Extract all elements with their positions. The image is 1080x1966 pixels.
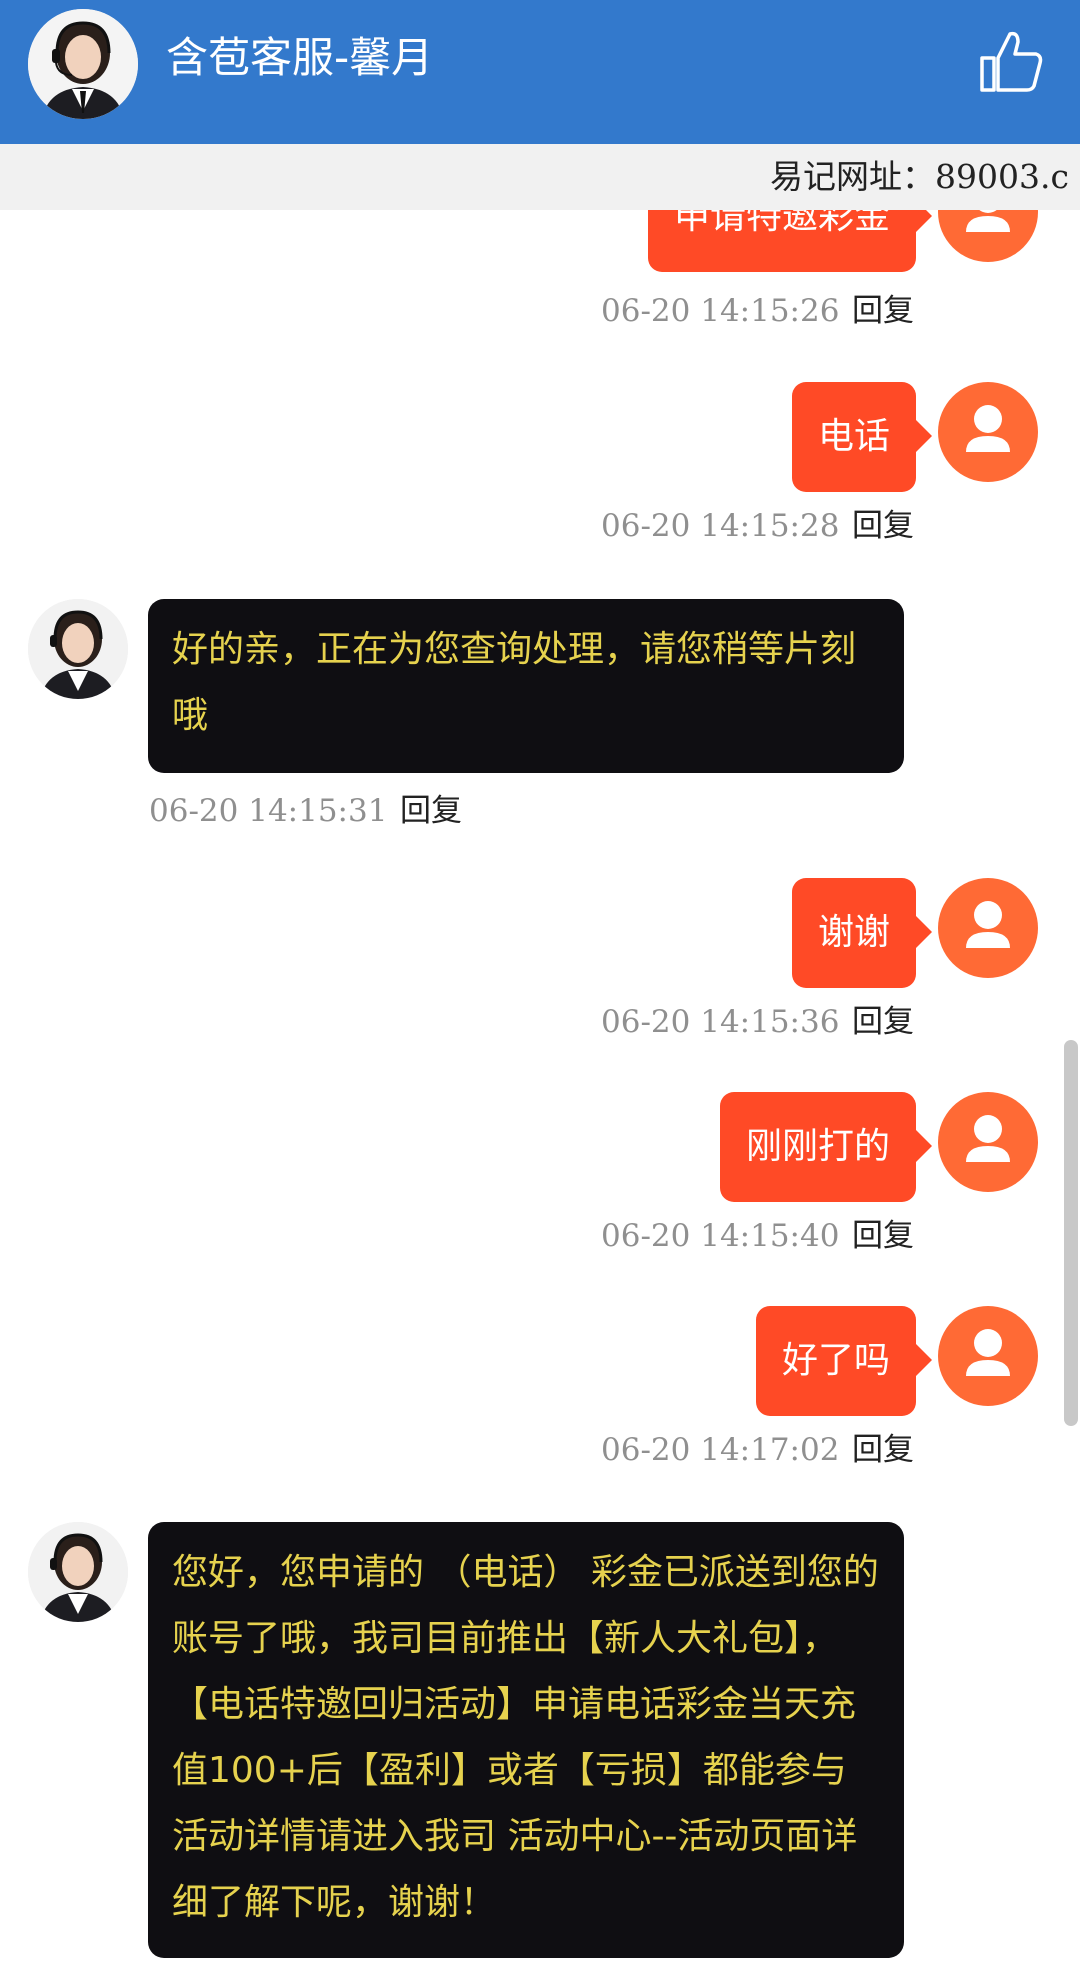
site-url-notice: 易记网址：89003.c	[770, 157, 1069, 196]
user-avatar-icon	[938, 1092, 1038, 1192]
message-bubble: 您好，您申请的 （电话） 彩金已派送到您的账号了哦，我司目前推出【新人大礼包】，…	[148, 1522, 904, 1958]
message-bubble: 申请特邀彩金	[647, 210, 933, 272]
message-bubble: 好了吗	[755, 1306, 933, 1416]
reply-link[interactable]: 回复	[852, 1430, 914, 1470]
user-avatar-icon	[938, 210, 1038, 262]
message-bubble: 电话	[791, 382, 933, 492]
message-bubble: 好的亲，正在为您查询处理，请您稍等片刻哦	[148, 599, 904, 773]
agent-avatar-icon	[28, 599, 128, 699]
chat-header: 含苞客服-馨月	[0, 0, 1080, 144]
chat-area[interactable]: 申请特邀彩金 06-20 14:15:26 回复 电话 06-20 14:15:…	[0, 210, 1080, 1966]
message-timestamp: 06-20 14:15:36	[601, 1004, 840, 1040]
user-avatar-icon	[938, 878, 1038, 978]
reply-link[interactable]: 回复	[852, 291, 914, 331]
message-timestamp: 06-20 14:15:31	[149, 793, 388, 829]
message-timestamp: 06-20 14:15:40	[601, 1218, 840, 1254]
reply-link[interactable]: 回复	[400, 791, 462, 831]
user-avatar-icon	[938, 1306, 1038, 1406]
user-avatar-icon	[938, 382, 1038, 482]
agent-avatar-icon	[28, 1522, 128, 1622]
message-timestamp: 06-20 14:17:02	[601, 1432, 840, 1468]
message-timestamp: 06-20 14:15:28	[601, 508, 840, 544]
message-timestamp: 06-20 14:15:26	[601, 293, 840, 329]
reply-link[interactable]: 回复	[852, 1002, 914, 1042]
scrollbar-thumb[interactable]	[1064, 1040, 1078, 1426]
reply-link[interactable]: 回复	[852, 1216, 914, 1256]
message-bubble: 谢谢	[791, 878, 933, 988]
reply-link[interactable]: 回复	[852, 506, 914, 546]
thumbs-up-icon[interactable]	[976, 26, 1046, 96]
agent-avatar-icon	[28, 9, 138, 119]
message-bubble: 刚刚打的	[719, 1092, 933, 1202]
chat-title: 含苞客服-馨月	[166, 33, 434, 82]
announcement-bar: 易记网址：89003.c	[0, 144, 1080, 210]
